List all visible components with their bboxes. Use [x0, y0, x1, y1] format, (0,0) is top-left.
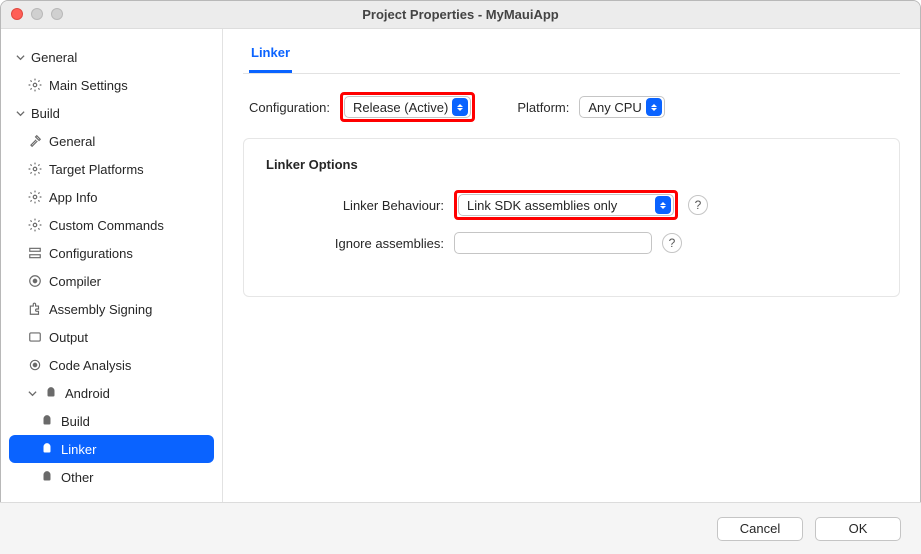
linker-options-panel: Linker Options Linker Behaviour: Link SD…: [243, 138, 900, 297]
android-icon: [39, 441, 55, 457]
gear-icon: [27, 161, 43, 177]
footer: Cancel OK: [0, 502, 921, 554]
close-icon[interactable]: [11, 8, 23, 20]
cancel-button[interactable]: Cancel: [717, 517, 803, 541]
titlebar: Project Properties - MyMauiApp: [1, 1, 920, 29]
configuration-label: Configuration:: [249, 100, 330, 115]
linker-behaviour-select[interactable]: Link SDK assemblies only: [458, 194, 674, 216]
puzzle-icon: [27, 301, 43, 317]
sidebar-item-android-linker[interactable]: Linker: [9, 435, 214, 463]
tab-linker[interactable]: Linker: [249, 39, 292, 73]
gear-icon: [27, 217, 43, 233]
ignore-assemblies-label: Ignore assemblies:: [266, 236, 444, 251]
target-icon: [27, 357, 43, 373]
ignore-assemblies-input[interactable]: [454, 232, 652, 254]
sidebar-item-build-general[interactable]: General: [1, 127, 222, 155]
chevron-down-icon: [27, 388, 37, 398]
select-handle-icon: [452, 98, 468, 116]
sidebar-item-configurations[interactable]: Configurations: [1, 239, 222, 267]
hammer-icon: [27, 133, 43, 149]
tabbar: Linker: [243, 39, 900, 74]
sidebar-item-custom-commands[interactable]: Custom Commands: [1, 211, 222, 239]
highlight-linker-behaviour: Link SDK assemblies only: [454, 190, 678, 220]
sidebar-group-build[interactable]: Build: [1, 99, 222, 127]
sidebar-item-compiler[interactable]: Compiler: [1, 267, 222, 295]
sidebar-item-app-info[interactable]: App Info: [1, 183, 222, 211]
ok-button[interactable]: OK: [815, 517, 901, 541]
android-icon: [39, 469, 55, 485]
sidebar-group-general[interactable]: General: [1, 43, 222, 71]
sidebar-group-android[interactable]: Android: [1, 379, 222, 407]
section-title: Linker Options: [266, 157, 877, 172]
window-title: Project Properties - MyMauiApp: [362, 7, 558, 22]
configuration-select[interactable]: Release (Active): [344, 96, 471, 118]
help-icon[interactable]: ?: [688, 195, 708, 215]
output-icon: [27, 329, 43, 345]
android-icon: [39, 413, 55, 429]
minimize-icon: [31, 8, 43, 20]
main-panel: Linker Configuration: Release (Active) P…: [223, 29, 920, 553]
sidebar: General Main Settings Build General: [1, 29, 223, 553]
gear-icon: [27, 77, 43, 93]
compiler-icon: [27, 273, 43, 289]
sidebar-item-code-analysis[interactable]: Code Analysis: [1, 351, 222, 379]
sidebar-item-android-build[interactable]: Build: [1, 407, 222, 435]
select-handle-icon: [646, 98, 662, 116]
configurations-icon: [27, 245, 43, 261]
sidebar-item-main-settings[interactable]: Main Settings: [1, 71, 222, 99]
help-icon[interactable]: ?: [662, 233, 682, 253]
platform-select[interactable]: Any CPU: [579, 96, 664, 118]
platform-label: Platform:: [517, 100, 569, 115]
linker-behaviour-label: Linker Behaviour:: [266, 198, 444, 213]
android-icon: [43, 385, 59, 401]
select-handle-icon: [655, 196, 671, 214]
sidebar-item-target-platforms[interactable]: Target Platforms: [1, 155, 222, 183]
chevron-down-icon: [15, 108, 25, 118]
sidebar-item-android-other[interactable]: Other: [1, 463, 222, 491]
maximize-icon: [51, 8, 63, 20]
sidebar-item-assembly-signing[interactable]: Assembly Signing: [1, 295, 222, 323]
chevron-down-icon: [15, 52, 25, 62]
gear-icon: [27, 189, 43, 205]
sidebar-item-output[interactable]: Output: [1, 323, 222, 351]
highlight-configuration: Release (Active): [340, 92, 475, 122]
